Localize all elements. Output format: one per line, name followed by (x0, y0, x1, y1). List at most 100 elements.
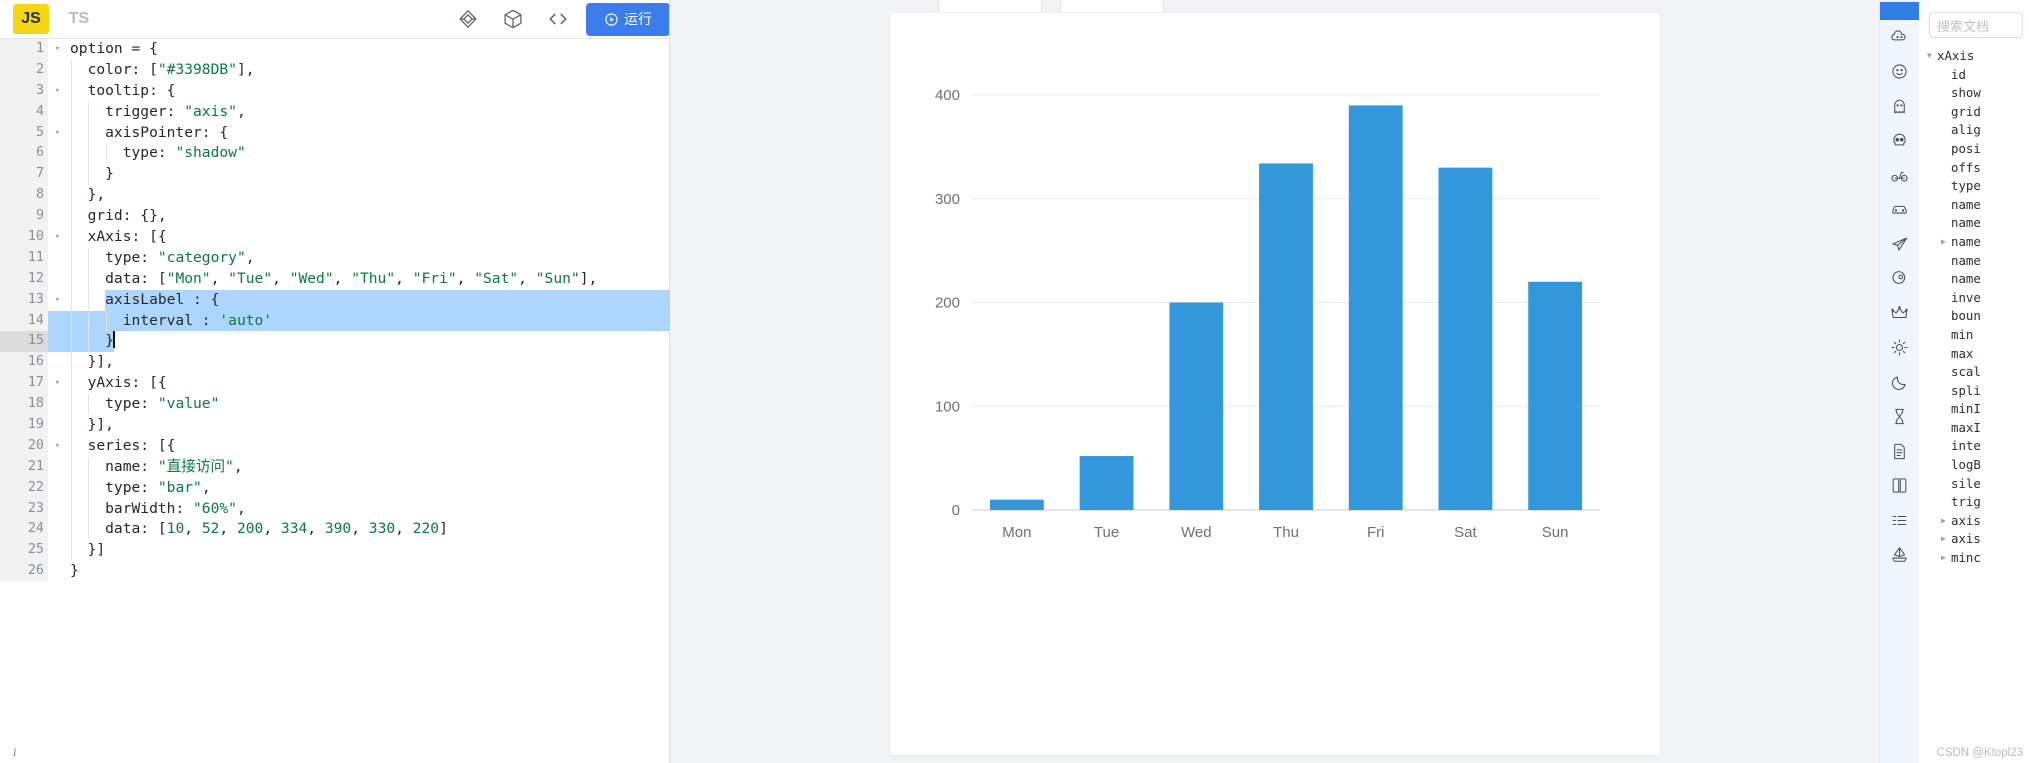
docs-tree-item[interactable]: spli (1927, 382, 2029, 401)
docs-tree-item[interactable]: grid (1927, 103, 2029, 122)
code-line[interactable]: 19 }], (0, 415, 670, 436)
code-line[interactable]: 23 barWidth: "60%", (0, 498, 670, 520)
bar[interactable] (1079, 456, 1133, 510)
bar[interactable] (1168, 302, 1223, 511)
code-line[interactable]: 26} (0, 561, 670, 583)
code-line[interactable]: 24 data: [10, 52, 200, 334, 390, 330, 22… (0, 519, 670, 541)
code-line[interactable]: 4 trigger: "axis", (0, 101, 670, 123)
docs-tree-item[interactable]: id (1927, 66, 2029, 85)
docs-tree-item[interactable]: boun (1927, 307, 2029, 326)
code-line[interactable]: 2 color: ["#3398DB"], (0, 59, 670, 81)
chevron-right-icon[interactable]: ▶ (1941, 530, 1951, 549)
hourglass-icon[interactable] (1880, 400, 1919, 435)
code-line-text: tooltip: { (48, 80, 670, 102)
code-line[interactable]: 7 } (0, 164, 670, 186)
tab-ts[interactable]: TS (61, 4, 97, 34)
car-icon[interactable] (1880, 193, 1919, 228)
docs-tree-item[interactable]: ▶ axis (1927, 512, 2029, 531)
docs-tree-item[interactable]: trig (1927, 493, 2029, 512)
docs-tree-item[interactable]: name (1927, 196, 2029, 215)
code-line[interactable]: 11 type: "category", (0, 247, 670, 269)
docs-tree-item[interactable]: posi (1927, 140, 2029, 159)
code-line[interactable]: 8 }, (0, 185, 670, 207)
text-cursor (112, 331, 115, 349)
book-icon[interactable] (1880, 469, 1919, 504)
code-line[interactable]: 6 type: "shadow" (0, 143, 670, 165)
icon-rail[interactable] (1879, 0, 1919, 763)
crown-icon[interactable] (1880, 296, 1919, 331)
code-line[interactable]: 17 ▾ yAxis: [{ (0, 373, 670, 395)
chevron-down-icon[interactable]: ▼ (1927, 47, 1937, 66)
code-lines[interactable]: 1 ▾ option = {2 color: ["#3398DB"], 3 ▾ tool… (0, 39, 670, 583)
code-line[interactable]: 20 ▾ series: [{ (0, 435, 670, 457)
moon-icon[interactable] (1880, 365, 1919, 400)
bar[interactable] (989, 499, 1044, 510)
code-line[interactable]: 10 ▾ xAxis: [{ (0, 227, 670, 248)
code-line[interactable]: 21 name: "直接访问", (0, 456, 670, 478)
docs-tree-item[interactable]: sile (1927, 475, 2029, 494)
diamond-cube-icon[interactable] (451, 2, 485, 36)
docs-tree-item[interactable]: show (1927, 84, 2029, 103)
code-line[interactable]: 5 ▾ axisPointer: { (0, 122, 670, 144)
docs-tree-item[interactable]: type (1927, 177, 2029, 196)
docs-tree-item[interactable]: ▶ minc (1927, 549, 2029, 568)
cube-icon[interactable] (496, 2, 530, 36)
code-line[interactable]: 13 ▾ axisLabel : { (0, 289, 670, 311)
docs-tree-item[interactable]: alig (1927, 121, 2029, 140)
ghost-icon[interactable] (1880, 89, 1919, 124)
bar[interactable] (1258, 163, 1313, 510)
docs-tree-item[interactable]: offs (1927, 159, 2029, 178)
airplane-icon[interactable] (1880, 227, 1919, 262)
docs-tree-item-label: inve (1951, 289, 1981, 305)
bar[interactable] (1438, 167, 1492, 510)
document-icon[interactable] (1880, 434, 1919, 469)
docs-tree-item[interactable]: ▼ xAxis (1927, 47, 2029, 66)
code-line[interactable]: 15 } (0, 331, 670, 353)
docs-tree-item[interactable]: inte (1927, 437, 2029, 456)
chevron-right-icon[interactable]: ▶ (1941, 512, 1951, 531)
rocket-icon[interactable] (1880, 262, 1919, 297)
docs-tree-item[interactable]: scal (1927, 363, 2029, 382)
docs-tree-item[interactable]: min (1927, 326, 2029, 345)
docs-tree-item[interactable]: ▶ name (1927, 233, 2029, 252)
docs-tree-item[interactable]: name (1927, 270, 2029, 289)
code-brackets-icon[interactable] (541, 2, 575, 36)
code-line[interactable]: 16 }], (0, 352, 670, 374)
sun-icon[interactable] (1880, 331, 1919, 366)
docs-tree-item[interactable]: minI (1927, 400, 2029, 419)
skull-icon[interactable] (1880, 124, 1919, 159)
bar-chart[interactable]: 0 100 200 300 400 Mon Tue Wed Thu Fri Sat Sun (890, 13, 1660, 755)
docs-tree-item[interactable]: inve (1927, 289, 2029, 308)
docs-tree-item[interactable]: name (1927, 214, 2029, 233)
docs-tree-item[interactable]: maxI (1927, 419, 2029, 438)
code-line[interactable]: 12 data: ["Mon", "Tue", "Wed", "Thu", "F… (0, 268, 670, 290)
bar[interactable] (1527, 281, 1582, 510)
docs-tree-item[interactable]: ▶ axis (1927, 530, 2029, 549)
docs-tree-item[interactable]: logB (1927, 456, 2029, 475)
code-line[interactable]: 18 type: "value" (0, 394, 670, 416)
cloud-smile-icon[interactable] (1880, 20, 1919, 55)
docs-tree-item[interactable]: max (1927, 345, 2029, 364)
docs-tree[interactable]: ▼ xAxis id show grid alig posi offs type name name… (1927, 47, 2029, 568)
tab-js[interactable]: JS (13, 4, 49, 34)
docs-search-input[interactable]: 搜索文档 (1929, 12, 2023, 38)
code-line[interactable]: 22 type: "bar", (0, 477, 670, 499)
chevron-right-icon[interactable]: ▶ (1941, 549, 1951, 568)
code-line[interactable]: 1 ▾ option = { (0, 39, 670, 60)
code-line[interactable]: 25 }] (0, 540, 670, 562)
chevron-right-icon[interactable]: ▶ (1941, 233, 1951, 252)
list-icon[interactable] (1880, 503, 1919, 538)
chart-card[interactable]: 0 100 200 300 400 Mon Tue Wed Thu Fri Sat Sun (889, 13, 1660, 755)
boat-icon[interactable] (1880, 538, 1919, 573)
docs-tree-item[interactable]: name (1927, 252, 2029, 271)
face-smile-icon[interactable] (1880, 55, 1919, 90)
line-number: 6 (0, 143, 48, 165)
bar[interactable] (1348, 105, 1403, 510)
code-line[interactable]: 3 ▾ tooltip: { (0, 80, 670, 102)
bicycle-icon[interactable] (1880, 158, 1919, 193)
run-button[interactable]: 运行 (586, 2, 670, 36)
code-line[interactable]: 9 grid: {}, (0, 206, 670, 228)
y-axis-tick-label: 300 (934, 191, 959, 208)
code-area[interactable]: 1 ▾ option = {2 color: ["#3398DB"], 3 ▾ tool… (0, 39, 670, 763)
code-line[interactable]: 14 interval : 'auto' (0, 310, 670, 332)
